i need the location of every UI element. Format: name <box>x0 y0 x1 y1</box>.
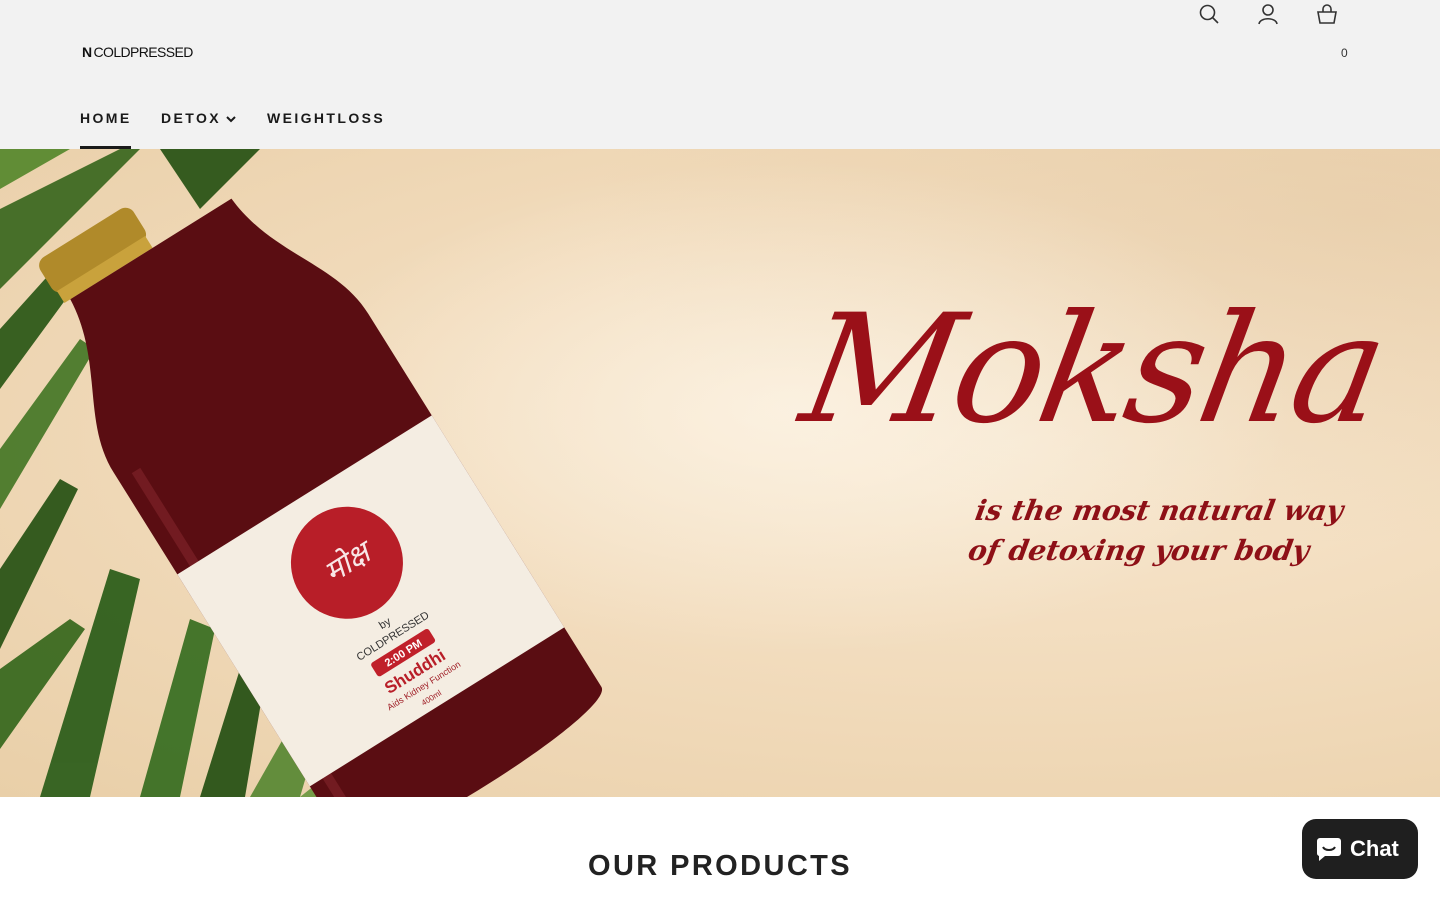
logo-mark: N <box>82 44 92 60</box>
logo-text: COLDPRESSED <box>93 44 194 60</box>
hero-banner[interactable]: मोक्ष by COLDPRESSED 2:00 PM Shuddhi Aid… <box>0 149 1440 797</box>
nav-item-weightloss[interactable]: WEIGHTLOSS <box>267 110 385 149</box>
cart-icon[interactable] <box>1313 0 1341 28</box>
site-logo[interactable]: N COLDPRESSED <box>82 42 193 62</box>
search-icon[interactable] <box>1195 0 1223 28</box>
nav-item-label: DETOX <box>161 110 221 126</box>
bottle-image: मोक्ष by COLDPRESSED 2:00 PM Shuddhi Aid… <box>0 149 602 797</box>
chat-label: Chat <box>1350 836 1399 861</box>
hero-title: Moksha <box>790 283 1396 457</box>
chat-icon <box>1316 838 1341 861</box>
nav-item-home[interactable]: HOME <box>80 110 131 149</box>
hero-tagline-line2: of detoxing your body <box>965 534 1312 567</box>
products-heading: OUR PRODUCTS <box>587 850 853 882</box>
site-header: N COLDPRESSED 0 HOME DETOX WEIGHTLOSS <box>0 0 1440 149</box>
nav-item-label: WEIGHTLOSS <box>266 110 386 126</box>
chat-button[interactable]: Chat <box>1302 819 1418 879</box>
nav-item-detox[interactable]: DETOX <box>161 110 237 149</box>
cart-count: 0 <box>1341 46 1348 60</box>
main-nav: HOME DETOX WEIGHTLOSS <box>80 110 385 149</box>
nav-item-label: HOME <box>80 110 132 126</box>
chevron-down-icon <box>225 112 237 124</box>
account-icon[interactable] <box>1254 0 1282 28</box>
hero-tagline: is the most natural way of detoxing your… <box>965 491 1346 571</box>
hero-tagline-line1: is the most natural way <box>972 494 1346 527</box>
